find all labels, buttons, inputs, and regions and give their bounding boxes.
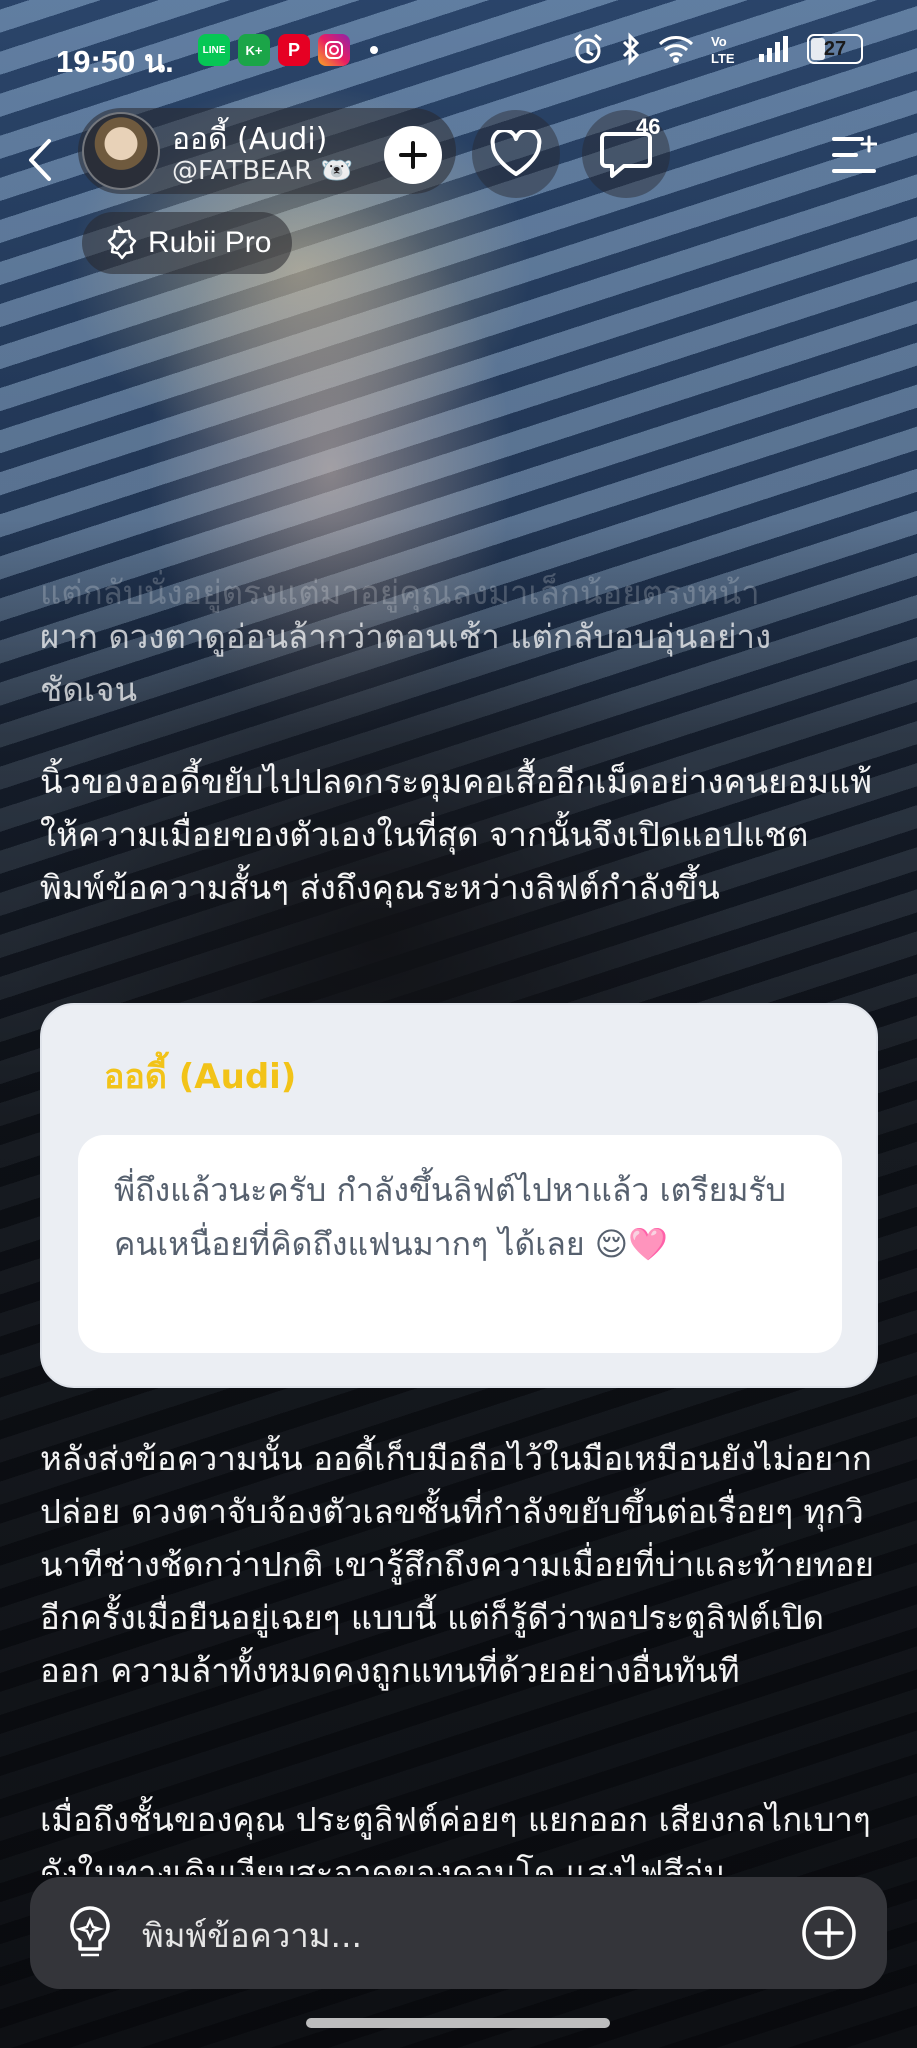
chevron-left-icon [29,139,51,181]
creator-handle: @FATBEAR 🐻‍❄️ [172,156,353,186]
rubii-pro-badge[interactable]: Rubii Pro [82,212,292,274]
menu-button[interactable] [829,130,879,180]
menu-sparkle-icon [832,135,877,173]
lightbulb-icon[interactable] [60,1901,120,1965]
story-paragraph-1: ผาก ดวงตาดูอ่อนล้ากว่าตอนเช้า แต่กลับอบอ… [40,617,772,709]
wifi-icon [658,36,694,63]
back-button[interactable] [18,128,62,192]
instagram-icon [318,34,350,66]
alarm-icon [574,33,602,64]
story-paragraph-3: หลังส่งข้อความนั้น ออดี้เก็บมือถือไว้ในม… [40,1439,874,1690]
line-icon: LINE [198,34,230,66]
message-card: ออดี้ (Audi) พี่ถึงแล้วนะครับ กำลังขึ้นล… [40,1003,878,1388]
message-input[interactable]: พิมพ์ข้อความ... [142,1909,362,1962]
more-notifications-dot [370,46,378,54]
add-button[interactable] [384,126,442,184]
rubii-pro-icon [107,225,137,260]
status-bar: 19:50 น. LINE K+ P Vo LTE 27 [0,0,917,110]
message-sender: ออดี้ (Audi) [104,1057,297,1097]
story-paragraph-4: เมื่อถึงชั้นของคุณ ประตูลิฟต์ค่อยๆ แยกออ… [40,1800,871,1875]
volte-icon: Vo LTE [711,34,735,66]
like-button[interactable] [472,110,560,198]
comment-count: 46 [636,114,661,139]
attach-plus-icon[interactable] [801,1905,857,1961]
message-text: พี่ถึงแล้วนะครับ กำลังขึ้นลิฟต์ไปหาแล้ว … [114,1171,786,1263]
story-paragraph-2: นิ้วของออดี้ขยับไปปลดกระดุมคอเสื้ออีกเม็… [40,762,873,907]
svg-text:Vo: Vo [711,34,727,49]
rubii-pro-label: Rubii Pro [148,226,272,259]
kplus-icon: K+ [238,34,270,66]
battery-indicator: 27 [807,34,863,64]
chat-header: ออดี้ (Audi) @FATBEAR 🐻‍❄️ 46 Rubii Pro [0,108,917,308]
bluetooth-icon [622,32,640,66]
message-bubble: พี่ถึงแล้วนะครับ กำลังขึ้นลิฟต์ไปหาแล้ว … [78,1135,842,1353]
system-icons: Vo LTE 27 [571,32,863,66]
home-indicator[interactable] [306,2018,610,2028]
notification-app-icons: LINE K+ P [198,34,378,66]
avatar[interactable] [82,112,160,190]
signal-icon [759,36,788,62]
message-input-bar[interactable]: พิมพ์ข้อความ... [30,1877,887,1989]
battery-level: 27 [823,37,847,60]
plus-icon [399,141,427,169]
heart-icon [490,130,542,176]
status-time: 19:50 น. [56,44,174,79]
svg-text:LTE: LTE [711,51,735,66]
pinterest-icon: P [278,34,310,66]
